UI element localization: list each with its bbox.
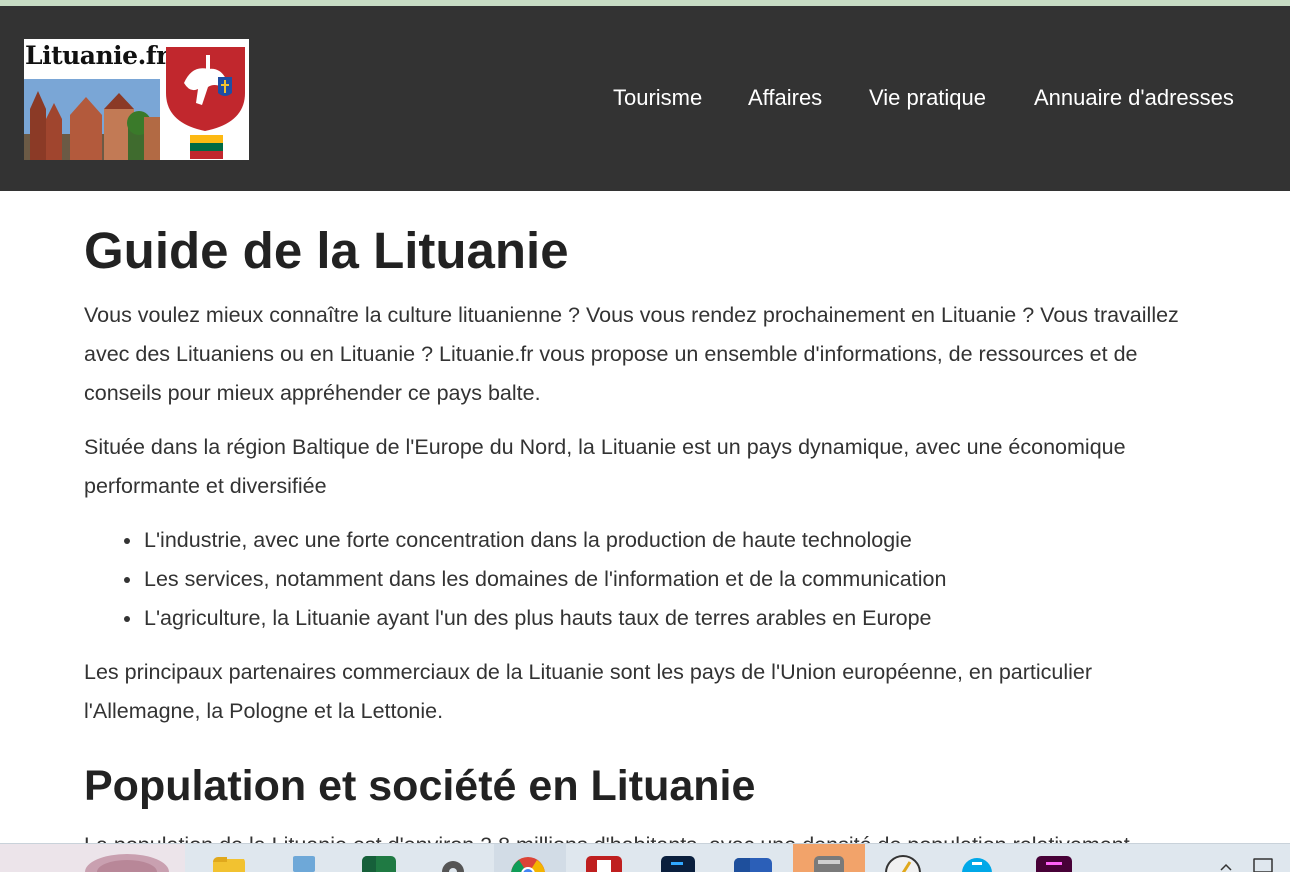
situation-paragraph: Située dans la région Baltique de l'Euro…: [84, 435, 1126, 498]
logo-text: Lituanie.fr: [25, 41, 169, 70]
settings-icon[interactable]: [438, 858, 468, 872]
sectors-list: L'industrie, avec une forte concentratio…: [84, 521, 946, 638]
excel-icon[interactable]: [362, 856, 396, 872]
file-explorer-icon[interactable]: [213, 857, 245, 872]
lithuania-flag-icon: [190, 135, 223, 159]
word-icon[interactable]: [734, 858, 772, 872]
photoshop-icon[interactable]: [661, 856, 695, 872]
chevron-up-icon[interactable]: [1219, 860, 1233, 872]
calculator-icon[interactable]: [814, 856, 844, 872]
chrome-icon[interactable]: [510, 856, 546, 872]
site-header: Lituanie.fr Tourisme Affaires Vie pratiq…: [0, 6, 1290, 191]
clock-icon[interactable]: [884, 854, 922, 872]
avatar-icon[interactable]: [84, 852, 170, 872]
list-item: L'agriculture, la Lituanie ayant l'un de…: [123, 599, 946, 638]
nav-tourisme[interactable]: Tourisme: [613, 85, 702, 111]
taskbar: [0, 843, 1290, 872]
page-title: Guide de la Lituanie: [84, 222, 569, 279]
list-item: Les services, notamment dans les domaine…: [123, 560, 946, 599]
main-nav: Tourisme Affaires Vie pratique Annuaire …: [0, 85, 1290, 111]
nav-annuaire[interactable]: Annuaire d'adresses: [1034, 85, 1234, 111]
nav-affaires[interactable]: Affaires: [748, 85, 822, 111]
notes-icon[interactable]: [1252, 857, 1274, 872]
intro-paragraph: Vous voulez mieux connaître la culture l…: [84, 303, 1179, 405]
filezilla-icon[interactable]: [586, 856, 622, 872]
dreamweaver-icon[interactable]: [1036, 856, 1072, 872]
tablet-icon[interactable]: [290, 856, 318, 872]
partners-paragraph: Les principaux partenaires commerciaux d…: [84, 660, 1093, 723]
nav-vie-pratique[interactable]: Vie pratique: [869, 85, 986, 111]
section-title-population: Population et société en Lituanie: [84, 762, 756, 810]
list-item: L'industrie, avec une forte concentratio…: [123, 521, 946, 560]
skype-icon[interactable]: [960, 856, 994, 872]
